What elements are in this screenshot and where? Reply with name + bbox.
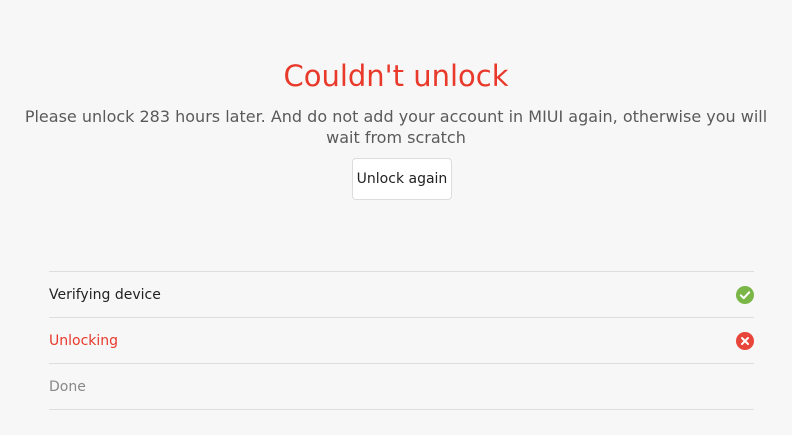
step-label: Done: [49, 379, 86, 395]
unlock-again-button[interactable]: Unlock again: [352, 158, 452, 200]
step-label: Unlocking: [49, 333, 119, 349]
page-title: Couldn't unlock: [283, 59, 509, 93]
error-message: Please unlock 283 hours later. And do no…: [24, 107, 768, 147]
x-circle-icon: [736, 332, 754, 350]
step-unlocking: Unlocking: [49, 318, 754, 364]
progress-steps: Verifying device Unlocking Done: [49, 271, 754, 410]
unlock-result-page: Couldn't unlock Please unlock 283 hours …: [0, 0, 792, 435]
step-verifying-device: Verifying device: [49, 272, 754, 318]
check-circle-icon: [736, 286, 754, 304]
step-done: Done: [49, 364, 754, 410]
step-label: Verifying device: [49, 287, 161, 303]
